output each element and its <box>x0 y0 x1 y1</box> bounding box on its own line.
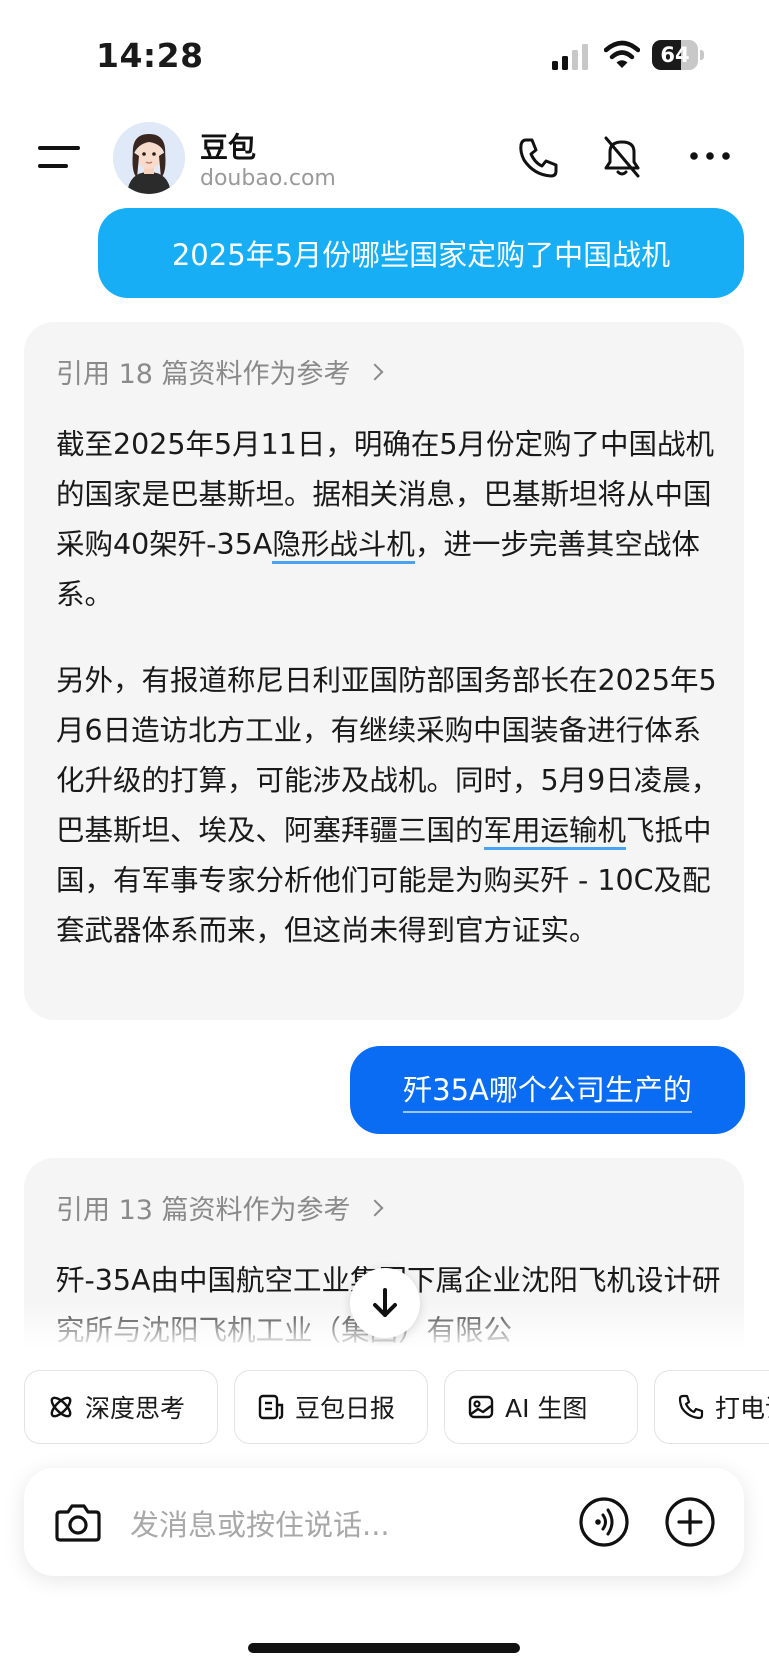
voice-icon[interactable] <box>578 1496 630 1548</box>
mute-icon[interactable] <box>600 134 644 180</box>
chip-label: AI 生图 <box>505 1394 588 1423</box>
plus-icon[interactable] <box>664 1496 716 1548</box>
user-message-text: 2025年5月份哪些国家定购了中国战机 <box>171 238 671 272</box>
bot-paragraph: 另外，有报道称尼日利亚国防部国务部长在2025年5月6日造访北方工业，有继续采购… <box>56 656 726 956</box>
atom-icon <box>50 1396 72 1418</box>
status-bar: 14:28 64 <box>0 0 769 110</box>
composer-area: 深度思考 豆包日报 AI 生图 打电话 <box>0 1346 769 1665</box>
reference-link[interactable]: 引用 13 篇资料作为参考 <box>56 1188 384 1227</box>
bot-message-card: 引用 18 篇资料作为参考 截至2025年5月11日，明确在5月份定购了中国战机… <box>24 322 744 1020</box>
chevron-right-icon <box>366 1199 384 1216</box>
arrow-down-icon <box>373 1288 397 1317</box>
scroll-to-bottom-button[interactable] <box>350 1268 420 1338</box>
term-link-transport-aircraft[interactable]: 军用运输机 <box>483 814 627 850</box>
chip-ai-image[interactable]: AI 生图 <box>444 1370 638 1444</box>
image-icon <box>468 1395 494 1419</box>
user-message[interactable]: 歼35A哪个公司生产的 <box>350 1046 745 1134</box>
chip-deep-think[interactable]: 深度思考 <box>24 1370 218 1444</box>
chip-phone-call[interactable]: 打电话 <box>654 1370 769 1444</box>
user-message-text: 歼35A哪个公司生产的 <box>403 1067 692 1113</box>
camera-icon[interactable] <box>54 1500 102 1544</box>
wifi-icon <box>604 40 640 68</box>
chip-label: 豆包日报 <box>295 1394 396 1423</box>
status-time: 14:28 <box>96 36 204 75</box>
battery-level: 64 <box>660 43 690 67</box>
bot-name: 豆包 <box>200 131 257 164</box>
battery-icon: 64 <box>652 40 704 70</box>
term-link-stealth-fighter[interactable]: 隐形战斗机 <box>272 528 415 564</box>
quick-action-chips: 深度思考 豆包日报 AI 生图 打电话 <box>24 1370 769 1446</box>
chip-daily-news[interactable]: 豆包日报 <box>234 1370 428 1444</box>
reference-text: 引用 13 篇资料作为参考 <box>56 1195 351 1226</box>
user-message[interactable]: 2025年5月份哪些国家定购了中国战机 <box>98 208 744 298</box>
news-icon <box>258 1394 284 1420</box>
chat-header: 豆包 doubao.com <box>0 110 769 206</box>
message-input[interactable]: 发消息或按住说话... <box>130 1502 390 1544</box>
bot-paragraph: 截至2025年5月11日，明确在5月份定购了中国战机的国家是巴基斯坦。据相关消息… <box>56 420 726 620</box>
chevron-right-icon <box>366 363 384 380</box>
chip-label: 打电话 <box>715 1394 769 1423</box>
bot-avatar[interactable] <box>113 122 185 194</box>
phone-icon[interactable] <box>516 136 560 180</box>
more-icon[interactable] <box>688 146 732 166</box>
reference-link[interactable]: 引用 18 篇资料作为参考 <box>56 352 384 391</box>
cellular-signal-icon <box>552 44 588 70</box>
menu-icon[interactable] <box>38 142 80 172</box>
reference-text: 引用 18 篇资料作为参考 <box>56 359 351 390</box>
home-indicator[interactable] <box>248 1643 520 1653</box>
chip-label: 深度思考 <box>85 1394 186 1423</box>
bot-domain: doubao.com <box>200 166 336 191</box>
message-input-bar: 发消息或按住说话... <box>24 1468 744 1576</box>
phone-icon <box>678 1394 704 1420</box>
